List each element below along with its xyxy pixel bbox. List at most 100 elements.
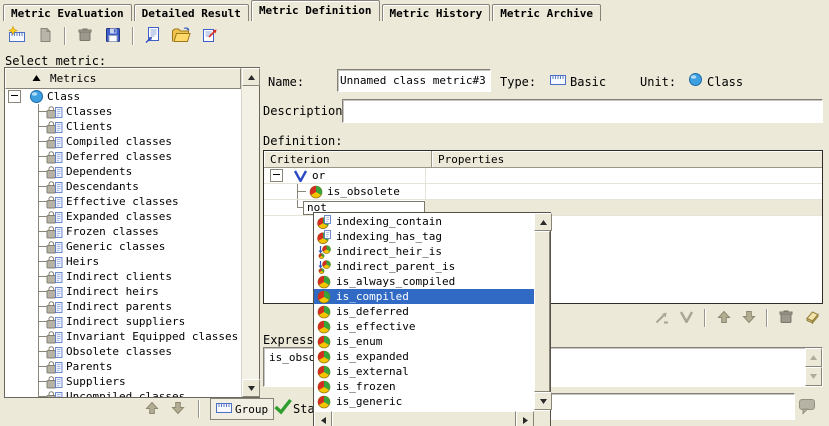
criterion-option-is-always-compiled[interactable]: is_always_compiled [314,274,534,289]
definition-label: Definition: [263,134,342,148]
metric-lock-icon [46,195,63,209]
tree-item-heirs[interactable]: Heirs [5,254,241,269]
tree-item-descendants[interactable]: Descendants [5,179,241,194]
import-metrics-button[interactable] [140,24,166,48]
tree-item-parents[interactable]: Parents [5,359,241,374]
tree-item-indirect-parents[interactable]: Indirect parents [5,299,241,314]
scroll-down-button[interactable] [534,392,552,410]
tree-item-indirect-heirs[interactable]: Indirect heirs [5,284,241,299]
collapse-icon[interactable] [270,169,283,182]
criterion-dropdown: indexing_containindexing_has_tagindirect… [313,212,551,426]
tree-item-deferred-classes[interactable]: Deferred classes [5,149,241,164]
criterion-option-is-frozen[interactable]: is_frozen [314,379,534,394]
toolbar-separator [766,309,768,327]
criterion-option-indirect-heir-is[interactable]: indirect_heir_is [314,244,534,259]
tab-detailed-result[interactable]: Detailed Result [134,4,249,21]
metric-lock-icon [46,180,63,194]
export-metrics-button[interactable] [196,24,222,48]
metric-type-icon [550,74,566,86]
tab-metric-archive[interactable]: Metric Archive [492,4,601,21]
save-metric-button[interactable] [100,24,126,48]
criterion-row-is-obsolete[interactable]: is_obsolete [264,184,822,200]
tree-sort-header[interactable]: Metrics [5,68,241,89]
criterion-list: indexing_containindexing_has_tagindirect… [314,214,534,411]
tree-item-effective-classes[interactable]: Effective classes [5,194,241,209]
criterion-row-or[interactable]: or [264,168,822,184]
criterion-option-is-effective[interactable]: is_effective [314,319,534,334]
tree-item-dependents[interactable]: Dependents [5,164,241,179]
scrollbar-track[interactable] [242,86,259,379]
erase-criterion-button[interactable] [799,306,822,330]
metric-lock-icon [46,345,63,359]
criterion-option-is-enum[interactable]: is_enum [314,334,534,349]
criterion-pie-icon [317,350,332,364]
delete-icon [76,26,94,47]
export-icon [200,26,218,47]
dropdown-vertical-scrollbar[interactable] [534,213,550,410]
metric-lock-icon [46,135,63,149]
scroll-right-button[interactable] [516,411,534,426]
metric-lock-icon [46,210,63,224]
column-header-criterion[interactable]: Criterion [264,151,432,168]
delete-criterion-button [774,306,797,330]
scrollbar-thumb[interactable] [534,231,550,392]
tree-header-label: Metrics [50,72,96,85]
criterion-option-is-external[interactable]: is_external [314,364,534,379]
definition-toolbar [650,306,822,330]
import-icon [144,26,162,47]
tree-scrollbar[interactable] [241,68,259,397]
tree-item-suppliers[interactable]: Suppliers [5,374,241,389]
criterion-option-is-generic[interactable]: is_generic [314,394,534,409]
metric-lock-icon [46,225,63,239]
duplicate-icon [36,26,54,47]
new-metric-button[interactable] [4,24,30,48]
tree-item-invariant-equipped-classes[interactable]: Invariant Equipped classes [5,329,241,344]
description-input[interactable] [342,99,823,123]
criterion-option-is-compiled[interactable]: is_compiled [314,289,534,304]
tree-item-expanded-classes[interactable]: Expanded classes [5,209,241,224]
scroll-down-button[interactable] [242,379,260,397]
scrollbar-thumb[interactable] [332,411,516,426]
status-ok-icon [273,397,293,415]
scroll-left-button[interactable] [314,411,332,426]
metric-lock-icon [46,165,63,179]
metric-lock-icon [46,150,63,164]
metric-lock-icon [46,240,63,254]
metric-name-input[interactable] [337,69,491,92]
tab-metric-definition[interactable]: Metric Definition [251,0,380,21]
ruler-icon [216,402,232,417]
tree-item-clients[interactable]: Clients [5,119,241,134]
open-metric-file-button[interactable] [168,24,194,48]
move-metric-up-button [142,399,162,419]
criterion-option-is-deferred[interactable]: is_deferred [314,304,534,319]
metric-type-value: Basic [570,75,606,89]
tree-item-obsolete-classes[interactable]: Obsolete classes [5,344,241,359]
sort-ascending-icon [32,72,41,85]
tree-item-indirect-suppliers[interactable]: Indirect suppliers [5,314,241,329]
arrow-down-icon [741,309,757,328]
column-header-properties[interactable]: Properties [432,151,822,168]
toolbar-separator [64,27,66,45]
criterion-option-indirect-parent-is[interactable]: indirect_parent_is [314,259,534,274]
tree-item-compiled-classes[interactable]: Compiled classes [5,134,241,149]
tab-metric-history[interactable]: Metric History [382,4,491,21]
tree-item-uncompiled-classes[interactable]: Uncompiled classes [5,389,241,397]
scroll-up-button[interactable] [534,213,552,231]
tree-item-generic-classes[interactable]: Generic classes [5,239,241,254]
criterion-option-indexing-has-tag[interactable]: indexing_has_tag [314,229,534,244]
scroll-up-button[interactable] [242,68,260,86]
tree-item-frozen-classes[interactable]: Frozen classes [5,224,241,239]
tab-metric-evaluation[interactable]: Metric Evaluation [3,4,132,21]
status-field[interactable] [546,393,795,420]
tree-item-class[interactable]: Class [5,89,241,104]
collapse-icon[interactable] [8,90,21,103]
criterion-option-indexing-contain[interactable]: indexing_contain [314,214,534,229]
tree-item-classes[interactable]: Classes [5,104,241,119]
criterion-tag-icon [317,230,332,244]
tree-item-indirect-clients[interactable]: Indirect clients [5,269,241,284]
group-toggle-button[interactable]: Group [210,398,274,420]
criterion-option-is-expanded[interactable]: is_expanded [314,349,534,364]
arrow-up-icon [144,400,160,419]
comment-icon[interactable] [797,397,817,415]
dropdown-horizontal-scrollbar[interactable] [314,411,534,426]
